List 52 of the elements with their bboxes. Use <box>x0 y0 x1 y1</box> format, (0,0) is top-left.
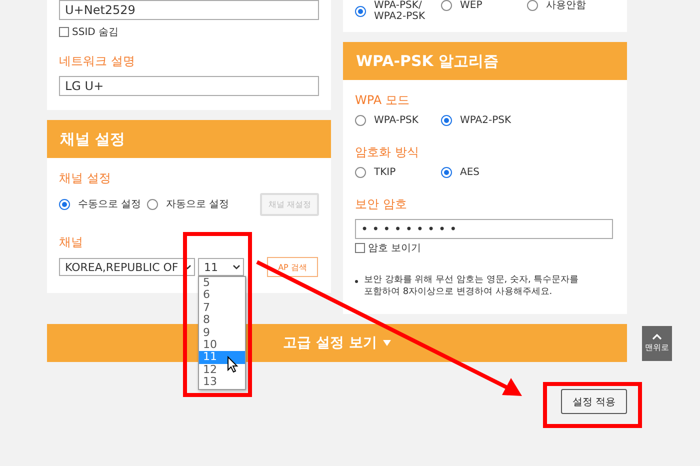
radio-label: WPA-PSK/ WPA2-PSK <box>374 0 426 22</box>
radio-label: WPA2-PSK <box>460 115 512 126</box>
caret-icon <box>382 340 391 346</box>
radio-label: 사용안함 <box>546 0 586 11</box>
dropdown-option[interactable]: 12 <box>199 364 245 376</box>
radio-label: AES <box>460 167 480 178</box>
panel-header: 채널 설정 <box>47 120 331 158</box>
radio-button[interactable] <box>441 0 452 11</box>
bullet-icon <box>355 280 358 283</box>
chevron-down-icon <box>233 264 240 270</box>
dropdown-option[interactable]: 8 <box>199 314 245 327</box>
channel-select[interactable]: 11 <box>198 258 244 276</box>
field-label: 네트워크 설명 <box>59 53 136 70</box>
radio-button[interactable] <box>59 199 70 210</box>
radio-label: 자동으로 설정 <box>166 199 230 210</box>
checkbox[interactable] <box>355 243 365 253</box>
radio-label: TKIP <box>374 167 396 178</box>
apply-settings-button[interactable]: 설정 적용 <box>561 389 627 414</box>
caret-up-icon <box>652 334 662 340</box>
scroll-top-button[interactable]: 맨위로 <box>642 326 672 361</box>
checkbox-label: 암호 보이기 <box>368 242 422 255</box>
field-label: 암호화 방식 <box>355 144 420 161</box>
chevron-down-icon <box>184 264 191 270</box>
field-label: 채널 설정 <box>59 170 112 187</box>
dropdown-option[interactable]: 7 <box>199 302 245 314</box>
description-field[interactable]: LG U+ <box>59 76 319 96</box>
panel-header: WPA-PSK 알고리즘 <box>343 42 627 80</box>
radio-button[interactable] <box>355 115 366 126</box>
radio-label: WEP <box>460 0 482 11</box>
checkbox[interactable] <box>59 27 69 37</box>
dropdown-option[interactable]: 10 <box>199 339 245 352</box>
radio-button[interactable] <box>441 167 452 178</box>
note-text: 보안 강화를 위해 무선 암호는 영문, 숫자, 특수문자를 포함하여 8자이상으로 변경하여 사용해주세요. <box>364 275 579 298</box>
radio-label: 수동으로 설정 <box>78 199 142 210</box>
country-select[interactable]: KOREA,REPUBLIC OF <box>59 258 195 276</box>
dropdown-option[interactable]: 6 <box>199 289 245 302</box>
cursor-icon <box>227 356 239 373</box>
field-label: 채널 <box>59 234 84 251</box>
radio-button[interactable] <box>355 167 366 178</box>
radio-button[interactable] <box>355 6 366 16</box>
password-field[interactable]: ••••••••• <box>355 219 613 239</box>
ssid-field[interactable]: U+Net2529 <box>59 0 319 20</box>
field-label: 보안 암호 <box>355 196 408 213</box>
dropdown-option[interactable]: 13 <box>199 376 245 389</box>
radio-button[interactable] <box>527 0 538 11</box>
radio-label: WPA-PSK <box>374 115 418 126</box>
checkbox-label: SSID 숨김 <box>72 26 119 39</box>
dropdown-option[interactable]: 9 <box>199 326 245 340</box>
radio-button[interactable] <box>147 199 158 210</box>
dropdown-option[interactable]: 5 <box>199 277 245 290</box>
radio-button[interactable] <box>441 115 452 126</box>
field-label: WPA 모드 <box>355 92 410 109</box>
